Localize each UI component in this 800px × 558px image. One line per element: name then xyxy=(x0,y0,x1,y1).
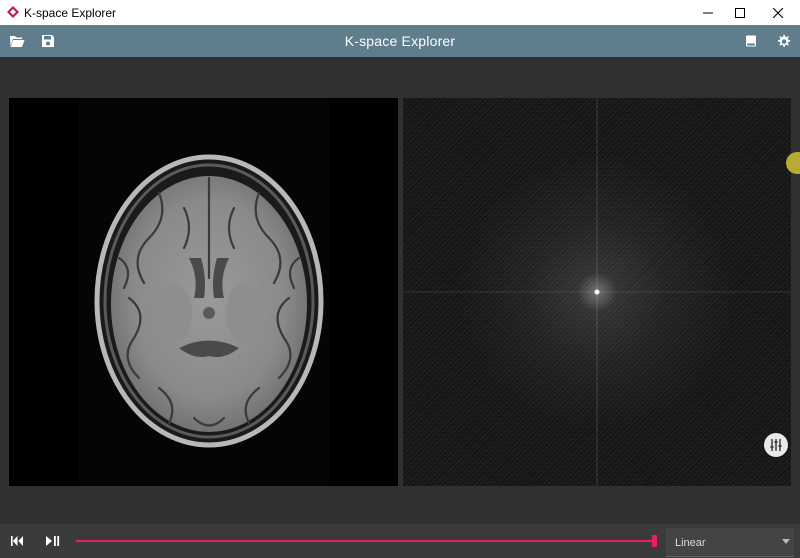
close-icon xyxy=(773,7,783,18)
maximize-icon xyxy=(735,7,745,18)
image-panel[interactable] xyxy=(9,98,398,486)
minimize-button[interactable] xyxy=(690,0,726,25)
interpolation-select[interactable]: Linear xyxy=(666,528,794,557)
rewind-button[interactable] xyxy=(8,533,26,549)
skip-back-icon xyxy=(11,536,23,546)
toolbar-title: K-space Explorer xyxy=(344,33,456,49)
app-logo-icon xyxy=(7,6,19,18)
sliders-icon xyxy=(770,439,782,451)
settings-button[interactable] xyxy=(773,31,793,51)
adjustments-button[interactable] xyxy=(764,433,788,457)
panel-toggle-button[interactable] xyxy=(741,31,761,51)
gear-icon xyxy=(777,34,790,47)
play-pause-icon xyxy=(45,536,59,546)
kspace-axis-horizontal xyxy=(403,291,791,293)
viewer-area xyxy=(0,57,800,524)
kspace-fill-slider[interactable] xyxy=(76,540,656,542)
minimize-icon xyxy=(703,12,713,13)
chevron-down-icon xyxy=(782,539,790,544)
close-button[interactable] xyxy=(760,0,796,25)
slider-thumb[interactable] xyxy=(652,535,657,547)
window-title: K-space Explorer xyxy=(24,6,117,20)
panel-toggle-icon xyxy=(746,35,756,47)
kspace-panel[interactable] xyxy=(403,98,791,486)
interpolation-value: Linear xyxy=(675,537,706,549)
play-pause-button[interactable] xyxy=(43,533,61,549)
window-titlebar: K-space Explorer xyxy=(0,0,800,25)
app-toolbar: K-space Explorer xyxy=(0,25,800,57)
brain-mri-image xyxy=(9,98,398,486)
maximize-button[interactable] xyxy=(722,0,758,25)
